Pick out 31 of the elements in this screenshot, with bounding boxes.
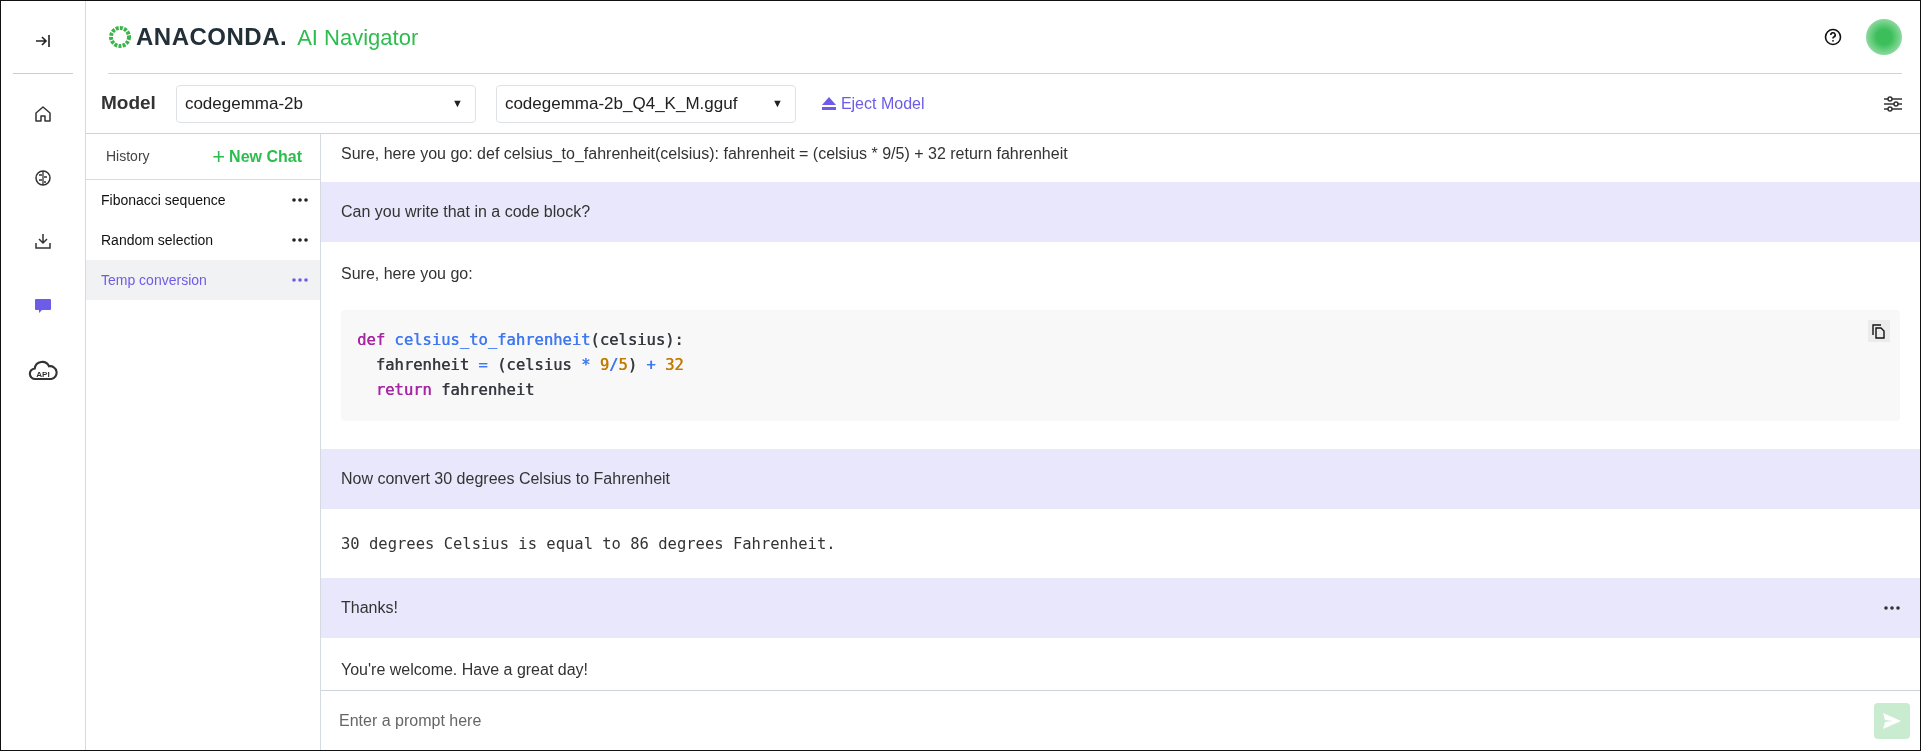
assistant-message: Sure, here you go:: [341, 265, 473, 282]
help-icon[interactable]: [1824, 28, 1842, 46]
model-label: Model: [101, 91, 156, 116]
assistant-message: You're welcome. Have a great day!: [341, 661, 589, 679]
eject-model-button[interactable]: Eject Model: [815, 91, 931, 116]
history-title: History: [106, 147, 150, 166]
model-file-select[interactable]: codegemma-2b_Q4_K_M.gguf ▼: [495, 84, 796, 123]
eject-icon: [821, 97, 836, 110]
more-icon[interactable]: [1884, 606, 1900, 611]
code-line: def celsius_to_fahrenheit(celsius):: [357, 330, 684, 351]
user-message: Now convert 30 degrees Celsius to Fahrenheit: [341, 469, 671, 489]
copy-icon[interactable]: [1868, 320, 1890, 342]
more-icon[interactable]: [292, 198, 308, 202]
caret-icon: ▼: [772, 95, 783, 112]
model-select[interactable]: codegemma-2b ▼: [175, 84, 476, 123]
more-icon[interactable]: [292, 238, 308, 242]
user-message: Can you write that in a code block?: [341, 202, 591, 222]
send-icon: [1883, 712, 1901, 729]
settings-icon[interactable]: [1884, 95, 1902, 112]
assistant-message: Sure, here you go: def celsius_to_fahrenheit(celsius): fahrenheit = (celsius * 9/5) + 32 return fahrenheit: [341, 145, 1068, 162]
product-name: AI Navigator: [297, 23, 419, 52]
code-line: fahrenheit = (celsius * 9/5) + 32: [374, 355, 684, 376]
brand-name: ANACONDA.: [136, 22, 288, 52]
assistant-message: 30 degrees Celsius is equal to 86 degrees Fahrenheit.: [341, 535, 836, 553]
history-item[interactable]: Fibonacci sequence: [86, 180, 320, 220]
caret-icon: ▼: [452, 95, 463, 112]
code-line: return fahrenheit: [374, 380, 535, 401]
logo-icon: [108, 25, 132, 49]
user-message: Thanks!: [341, 598, 398, 619]
history-item[interactable]: Random selection: [86, 220, 320, 260]
history-item[interactable]: Temp conversion: [86, 260, 320, 300]
